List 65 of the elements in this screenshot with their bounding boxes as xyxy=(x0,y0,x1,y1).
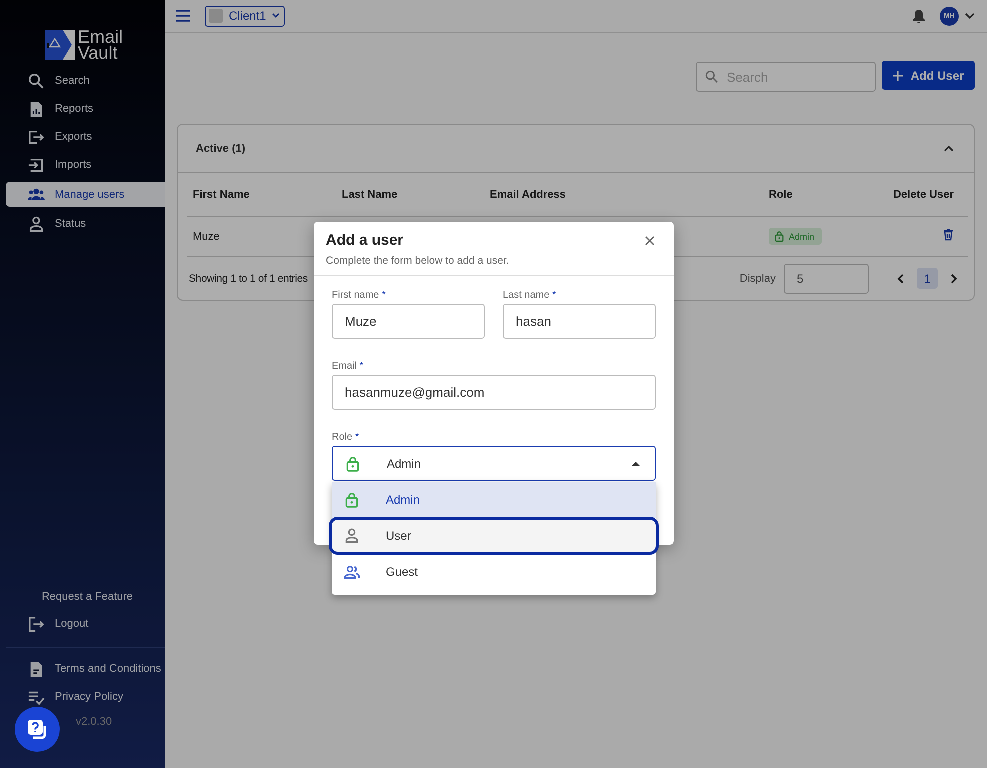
dialog-title: Add a user xyxy=(326,232,404,249)
page-button[interactable]: 1 xyxy=(917,268,938,289)
version-label: v2.0.30 xyxy=(75,716,114,728)
role-select[interactable]: Admin xyxy=(332,446,656,481)
nav-item[interactable]: Terms and Conditions xyxy=(6,658,165,680)
request-feature-link[interactable]: Request a Feature xyxy=(0,591,165,613)
search-field[interactable]: Search xyxy=(696,62,876,92)
input-field[interactable]: hasanmuze@gmail.com xyxy=(332,375,656,410)
role-option[interactable]: Guest xyxy=(332,554,656,590)
nav-item[interactable]: Reports xyxy=(6,98,165,120)
client-logo-icon xyxy=(209,9,223,23)
report-icon xyxy=(28,100,45,118)
lock-icon xyxy=(774,231,785,242)
plus-icon xyxy=(892,70,903,80)
person-icon xyxy=(344,528,360,544)
role-option[interactable]: Admin xyxy=(332,482,656,518)
search-icon xyxy=(28,72,45,90)
nav-item[interactable]: Privacy Policy xyxy=(6,686,165,708)
field-label: Role * xyxy=(332,432,360,443)
column-header: Email Address xyxy=(490,188,568,200)
people-icon xyxy=(344,564,360,580)
close-icon[interactable] xyxy=(644,235,656,247)
column-header: Last Name xyxy=(342,188,399,200)
lock-icon xyxy=(344,492,360,508)
chevron-up-icon[interactable] xyxy=(944,145,954,152)
search-icon xyxy=(705,70,719,84)
document-icon xyxy=(28,660,45,678)
nav-item[interactable]: Imports xyxy=(6,154,165,176)
dialog-subtitle: Complete the form below to add a user. xyxy=(326,255,510,267)
trash-icon[interactable] xyxy=(943,229,954,241)
menu-icon[interactable] xyxy=(175,8,191,24)
field-label: Email * xyxy=(332,361,365,372)
export-icon xyxy=(28,128,45,146)
logout-icon xyxy=(28,616,45,632)
nav-item[interactable]: Search xyxy=(6,70,165,92)
role-option[interactable]: User xyxy=(330,518,658,554)
person-icon xyxy=(28,216,45,232)
bell-icon[interactable] xyxy=(912,8,926,24)
page-size-field[interactable]: 5 xyxy=(784,264,869,294)
client-selector[interactable]: Client1 xyxy=(205,6,286,26)
input-field[interactable]: Muze xyxy=(332,304,485,339)
logo-icon xyxy=(45,30,75,60)
column-header: First Name xyxy=(193,188,251,200)
column-header: Role xyxy=(769,188,794,200)
nav-item[interactable]: Exports xyxy=(6,126,165,148)
display-label: Display xyxy=(740,272,776,284)
chevron-down-icon xyxy=(272,13,280,19)
field-label: Last name * xyxy=(503,290,558,301)
panel-title: Active (1) xyxy=(196,142,246,154)
column-header: Delete User xyxy=(893,188,955,200)
lock-icon xyxy=(345,456,361,472)
role-badge: Admin xyxy=(769,228,822,245)
users-icon xyxy=(28,186,45,203)
help-icon xyxy=(26,718,50,742)
field-label: First name * xyxy=(332,290,387,301)
nav-item[interactable]: Status xyxy=(6,213,165,235)
entries-summary: Showing 1 to 1 of 1 entries xyxy=(189,272,308,284)
input-field[interactable]: hasan xyxy=(503,304,656,339)
chevron-down-icon[interactable] xyxy=(965,12,975,20)
caret-up-icon xyxy=(631,460,641,466)
import-icon xyxy=(28,156,45,174)
add-user-button[interactable]: Add User xyxy=(882,61,975,90)
logo-text: Email Vault xyxy=(78,29,124,61)
nav-item[interactable]: Logout xyxy=(6,613,165,635)
nav-item[interactable]: Manage users xyxy=(6,182,165,207)
